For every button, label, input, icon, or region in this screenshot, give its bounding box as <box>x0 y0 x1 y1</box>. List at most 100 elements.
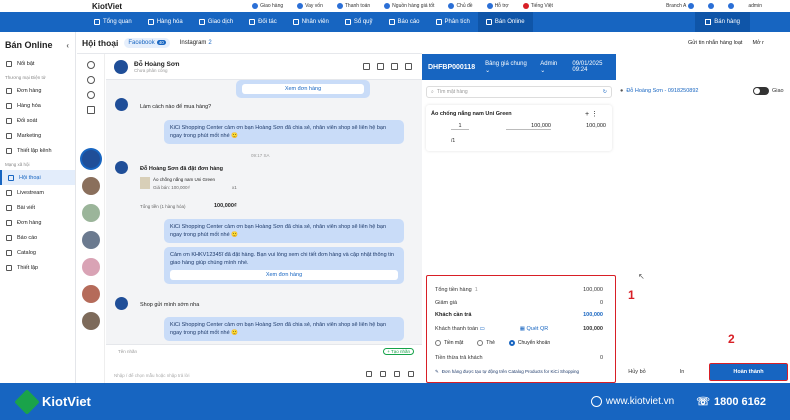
assignment-status[interactable]: Chưa phân công <box>134 68 179 73</box>
nav-staff[interactable]: Nhân viên <box>285 12 337 32</box>
truck-icon <box>252 3 259 9</box>
add-tag-button[interactable]: + Tạo nhãn <box>383 348 414 355</box>
emoji-icon[interactable] <box>394 371 400 377</box>
avatar[interactable] <box>82 312 100 330</box>
method-transfer[interactable]: Chuyển khoản <box>508 340 550 346</box>
send-icon[interactable] <box>408 371 414 377</box>
topbar-language[interactable]: Tiếng Việt <box>522 3 553 9</box>
messenger-icon[interactable] <box>86 76 95 84</box>
sale-button[interactable]: Bán hàng <box>695 12 750 32</box>
phone-icon[interactable] <box>377 63 384 70</box>
method-card[interactable]: Thẻ <box>477 340 495 346</box>
customer-name[interactable]: Đỗ Hoàng Sơn <box>134 61 179 68</box>
cursor-icon: ↖ <box>638 272 645 281</box>
nav-products[interactable]: Hàng hóa <box>140 12 191 32</box>
sidebar-item-posts[interactable]: Bài viết <box>0 200 75 215</box>
cancel-button[interactable]: Hủy bỏ <box>622 363 652 381</box>
bulk-message-button[interactable]: Gửi tin nhắn hàng loạt <box>688 40 742 46</box>
kiotviet-logo[interactable]: KiotViet <box>92 2 122 11</box>
image-icon[interactable] <box>380 371 386 377</box>
sidebar-item-livestream[interactable]: Livestream <box>0 185 75 200</box>
comment-icon[interactable] <box>86 91 95 99</box>
sidebar-item-reconcile[interactable]: Đối soát <box>0 113 75 128</box>
delivery-toggle[interactable] <box>753 87 769 95</box>
tab-facebook[interactable]: Facebook 40 <box>124 37 170 48</box>
settings-icon[interactable] <box>728 3 735 9</box>
nav-overview[interactable]: Tổng quan <box>86 12 140 32</box>
discount-row[interactable]: Giảm giá 0 <box>435 300 603 306</box>
sidebar-section-social: Mạng xã hội <box>5 162 30 167</box>
collapse-chevron-icon[interactable]: ‹ <box>66 41 69 50</box>
mail-icon[interactable] <box>391 63 398 70</box>
nav-online-sales[interactable]: Bán Online <box>477 12 533 32</box>
customer-info[interactable]: Đỗ Hoàng Sơn - 0918250892 <box>626 88 698 94</box>
topbar-theme[interactable]: Chủ đề <box>448 3 473 9</box>
staff-select[interactable]: Admin ⌄ <box>540 61 562 74</box>
topbar-sourcing[interactable]: Nguồn hàng giá tốt <box>384 3 434 9</box>
customer-paid-input[interactable]: 100,000 <box>583 326 603 332</box>
avatar[interactable] <box>82 258 100 276</box>
filter-icon[interactable] <box>86 106 95 114</box>
nav-analytics[interactable]: Phân tích <box>428 12 478 32</box>
attach-icon[interactable] <box>366 371 372 377</box>
message-input[interactable]: Nhập / để chọn mẫu hoặc nhập trả lời <box>114 373 190 378</box>
sidebar-item-products[interactable]: Hàng hóa <box>0 98 75 113</box>
sidebar-item-catalog[interactable]: Catalog <box>0 245 75 260</box>
avatar[interactable] <box>82 204 100 222</box>
chat-composer: Tên nhãn + Tạo nhãn Nhập / để chọn mẫu h… <box>106 344 422 383</box>
qr-button[interactable]: ▦ Quét QR <box>520 326 548 332</box>
more-icon[interactable] <box>405 63 412 70</box>
sidebar-item-featured[interactable]: Nổi bật <box>0 56 75 71</box>
topbar-payment[interactable]: Thanh toán <box>336 3 370 9</box>
notification-icon[interactable] <box>708 3 715 9</box>
sidebar-item-conversations[interactable]: Hội thoại <box>0 170 75 185</box>
sidebar-item-social-reports[interactable]: Báo cáo <box>0 230 75 245</box>
product-search[interactable]: ⌕ Tìm mặt hàng ↻ <box>426 86 612 98</box>
search-icon: ⌕ <box>431 89 434 95</box>
topbar-user[interactable]: admin <box>748 3 762 9</box>
avatar[interactable] <box>82 177 100 195</box>
topbar-loan[interactable]: Vay vốn <box>297 3 323 9</box>
globe-icon <box>590 396 602 407</box>
unit-price-input[interactable]: 100,000 <box>506 123 551 130</box>
sidebar-item-orders[interactable]: Đơn hàng <box>0 83 75 98</box>
line-total: 100,000 <box>586 123 606 129</box>
order-datetime[interactable]: 09/01/2025 09:24 <box>572 61 616 73</box>
add-icon[interactable]: + ⋮ <box>585 110 598 118</box>
sidebar-item-social-orders[interactable]: Đơn hàng <box>0 215 75 230</box>
sidebar-item-channel-setup[interactable]: Thiết lập kênh <box>0 143 75 158</box>
card-icon[interactable]: ▭ <box>480 326 485 332</box>
sidebar-item-setup[interactable]: Thiết lập <box>0 260 75 275</box>
avatar[interactable] <box>82 231 100 249</box>
topbar-support[interactable]: Hỗ trợ <box>486 3 509 9</box>
nav-reports[interactable]: Báo cáo <box>381 12 428 32</box>
avatar[interactable] <box>82 150 100 168</box>
order-actions: Hủy bỏ In Hoàn thành <box>616 359 790 383</box>
nav-cashbook[interactable]: Sổ quỹ <box>337 12 381 32</box>
facebook-count-badge: 40 <box>156 40 166 45</box>
product-search-input[interactable]: Tìm mặt hàng <box>437 89 468 95</box>
nav-transactions[interactable]: Giao dịch <box>191 12 241 32</box>
print-button[interactable]: In <box>662 363 702 381</box>
view-order-link[interactable]: Xem đơn hàng <box>170 270 398 280</box>
order-icon <box>6 219 12 226</box>
tab-instagram[interactable]: Instagram 2 <box>176 38 216 48</box>
view-order-link[interactable]: Xem đơn hàng <box>242 84 364 94</box>
complete-button[interactable]: Hoàn thành <box>707 361 790 383</box>
footer-website: www.kiotviet.vn <box>590 396 674 407</box>
price-list-select[interactable]: Bảng giá chung ⌄ <box>485 61 530 74</box>
quantity-input[interactable]: 1 <box>451 123 469 130</box>
method-cash[interactable]: Tiền mặt <box>435 340 463 346</box>
open-button[interactable]: Mở r <box>752 40 764 46</box>
refresh-icon[interactable]: ↻ <box>603 89 607 95</box>
info-icon[interactable] <box>363 63 370 70</box>
avatar[interactable] <box>82 285 100 303</box>
avatar[interactable] <box>114 59 128 74</box>
order-note[interactable]: ✎ Đơn hàng được tạo tự động trên Catalog … <box>435 369 579 375</box>
nav-partners[interactable]: Đối tác <box>241 12 285 32</box>
topbar-branch[interactable]: Branch A <box>666 3 695 9</box>
topbar-delivery[interactable]: Giao hàng <box>252 3 283 9</box>
filter-all-icon[interactable] <box>86 61 95 69</box>
conversation-header: Hội thoại Facebook 40 Instagram 2 <box>77 32 422 54</box>
sidebar-item-marketing[interactable]: Marketing <box>0 128 75 143</box>
